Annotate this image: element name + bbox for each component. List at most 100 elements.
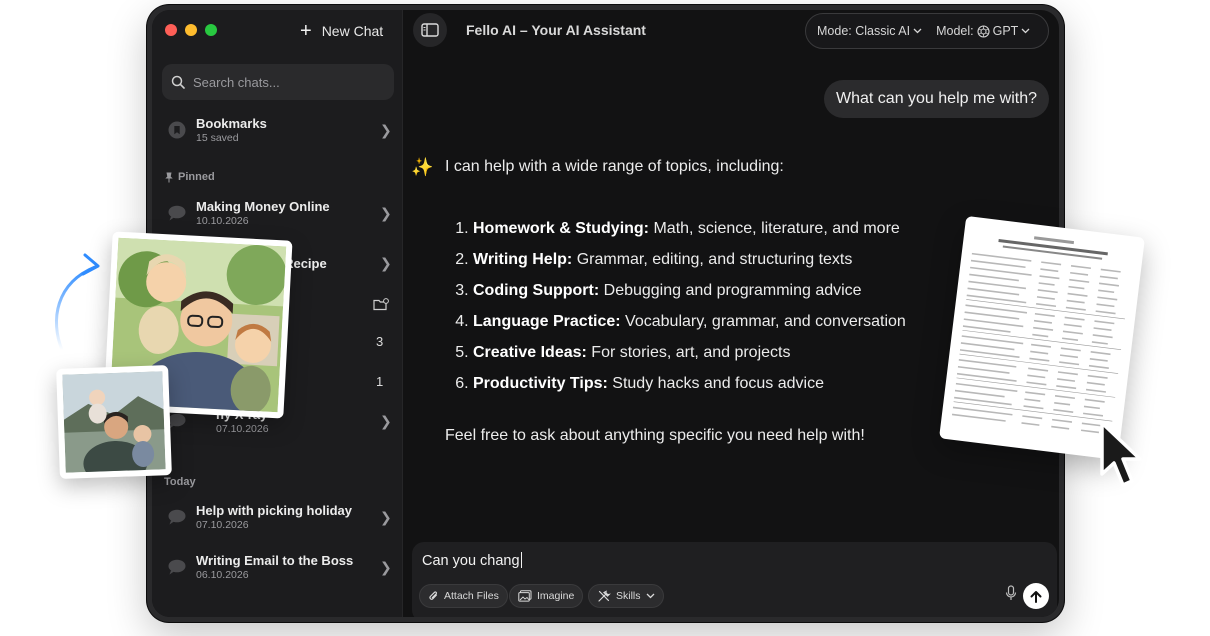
chevron-down-icon: [1021, 28, 1030, 34]
list-item-title: Homework & Studying:: [473, 220, 650, 237]
message-input[interactable]: Can you chang: [422, 552, 522, 569]
paperclip-icon: [429, 591, 438, 600]
send-button[interactable]: [1023, 583, 1049, 609]
model-value: GPT: [992, 24, 1019, 38]
list-item-title: Writing Help:: [473, 251, 573, 268]
skills-dropdown[interactable]: Skills: [588, 584, 664, 608]
search-box: [162, 64, 394, 100]
maximize-window-button[interactable]: [205, 24, 217, 36]
chevron-right-icon: ❯: [380, 204, 392, 221]
chevron-right-icon: ❯: [380, 412, 392, 429]
app-title: Fello AI – Your AI Assistant: [466, 22, 646, 38]
list-item-text: For stories, art, and projects: [586, 344, 791, 361]
list-item-text: Debugging and programming advice: [599, 282, 862, 299]
folder-count: 1: [376, 373, 384, 389]
mouse-cursor-icon: [1100, 421, 1142, 487]
close-window-button[interactable]: [165, 24, 177, 36]
message-composer: Can you chang Attach Files Imagine Skill…: [412, 542, 1057, 617]
search-icon: [171, 75, 185, 89]
window-controls: [165, 24, 217, 36]
bookmarks-count: 15 saved: [196, 131, 239, 144]
chat-bubble-icon: [168, 509, 186, 525]
chat-title: Making Money Online: [196, 198, 330, 214]
text-caret: [520, 552, 522, 568]
imagine-label: Imagine: [537, 590, 575, 602]
bookmarks-title: Bookmarks: [196, 115, 267, 131]
mode-model-selector: Mode: Classic AI Model: GPT: [805, 13, 1049, 49]
pinned-section-header: Pinned: [164, 171, 215, 183]
today-section-header: Today: [164, 476, 196, 488]
user-message-bubble: What can you help me with?: [824, 80, 1049, 118]
today-label: Today: [164, 476, 196, 488]
chat-date: 07.10.2026: [216, 422, 269, 435]
new-folder-icon[interactable]: [373, 298, 389, 311]
attach-files-label: Attach Files: [444, 590, 499, 602]
family-photo-card: [56, 365, 172, 479]
list-item: Coding Support: Debugging and programmin…: [473, 280, 1005, 301]
sidebar-chat-item[interactable]: Help with picking holiday 07.10.2026 ❯: [166, 498, 392, 536]
mode-dropdown[interactable]: Mode: Classic AI: [817, 24, 922, 38]
folder-title: t: [280, 334, 376, 349]
mode-label: Mode: Classic AI: [817, 24, 911, 38]
list-item-text: Vocabulary, grammar, and conversation: [620, 313, 906, 330]
list-item-title: Creative Ideas:: [473, 344, 587, 361]
assistant-intro: I can help with a wide range of topics, …: [445, 158, 784, 175]
bookmarks-item[interactable]: Bookmarks 15 saved ❯: [166, 111, 392, 149]
assistant-outro: Feel free to ask about anything specific…: [445, 427, 865, 444]
list-item: Productivity Tips: Study hacks and focus…: [473, 373, 1005, 394]
minimize-window-button[interactable]: [185, 24, 197, 36]
document-thumbnail: [951, 236, 1125, 434]
list-item-text: Study hacks and focus advice: [607, 375, 824, 392]
arrow-up-icon: [1030, 590, 1042, 603]
chat-title: Help with picking holiday: [196, 502, 353, 518]
sidebar-chat-item[interactable]: Writing Email to the Boss 06.10.2026 ❯: [166, 548, 392, 586]
microphone-icon[interactable]: [1005, 585, 1017, 601]
list-item: Writing Help: Grammar, editing, and stru…: [473, 249, 1005, 270]
search-input[interactable]: [191, 73, 385, 91]
chat-date: 06.10.2026: [196, 568, 249, 581]
list-item-title: Language Practice:: [473, 313, 621, 330]
assistant-message: I can help with a wide range of topics, …: [445, 156, 1005, 447]
bookmark-icon: [168, 121, 186, 139]
family-photo-image: [62, 371, 166, 473]
chevron-right-icon: ❯: [380, 121, 392, 138]
chat-bubble-icon: [168, 559, 186, 575]
skills-label: Skills: [616, 590, 641, 602]
tools-icon: [598, 590, 611, 602]
openai-logo-icon: [977, 24, 990, 38]
toggle-sidebar-button[interactable]: [413, 13, 447, 47]
chevron-right-icon: ❯: [380, 508, 392, 525]
model-dropdown[interactable]: Model: GPT: [936, 24, 1030, 38]
chevron-right-icon: ❯: [380, 254, 392, 271]
list-item: Language Practice: Vocabulary, grammar, …: [473, 311, 1005, 332]
chevron-down-icon: [646, 593, 654, 599]
list-item-title: Coding Support:: [473, 282, 600, 299]
pinned-label: Pinned: [178, 171, 215, 183]
assistant-list: Homework & Studying: Math, science, lite…: [445, 218, 1005, 394]
curved-arrow-icon: [55, 253, 100, 352]
chat-title: Writing Email to the Boss: [196, 552, 354, 568]
attach-files-button[interactable]: Attach Files: [419, 584, 508, 608]
list-item-text: Math, science, literature, and more: [649, 220, 900, 237]
list-item: Homework & Studying: Math, science, lite…: [473, 218, 1005, 239]
chat-date: 07.10.2026: [196, 518, 249, 531]
sparkle-icon: ✨: [411, 157, 434, 177]
imagine-button[interactable]: Imagine: [509, 584, 584, 608]
chevron-down-icon: [913, 28, 922, 34]
pin-icon: [165, 172, 173, 182]
sidebar-toggle-icon: [421, 23, 439, 37]
folder-count: 3: [376, 333, 384, 349]
chevron-right-icon: ❯: [380, 558, 392, 575]
plus-icon: +: [300, 20, 312, 42]
list-item-title: Productivity Tips:: [473, 375, 608, 392]
top-bar: Fello AI – Your AI Assistant Mode: Class…: [403, 10, 1059, 54]
message-input-value: Can you chang: [422, 553, 520, 569]
image-icon: [518, 590, 532, 602]
sidebar-chat-item[interactable]: Making Money Online 10.10.2026 ❯: [166, 194, 392, 232]
list-item: Creative Ideas: For stories, art, and pr…: [473, 342, 1005, 363]
new-chat-button[interactable]: + New Chat: [300, 20, 383, 42]
new-chat-label: New Chat: [321, 23, 384, 39]
chat-date: 10.10.2026: [196, 214, 249, 227]
chat-bubble-icon: [168, 205, 186, 221]
list-item-text: Grammar, editing, and structuring texts: [572, 251, 853, 268]
